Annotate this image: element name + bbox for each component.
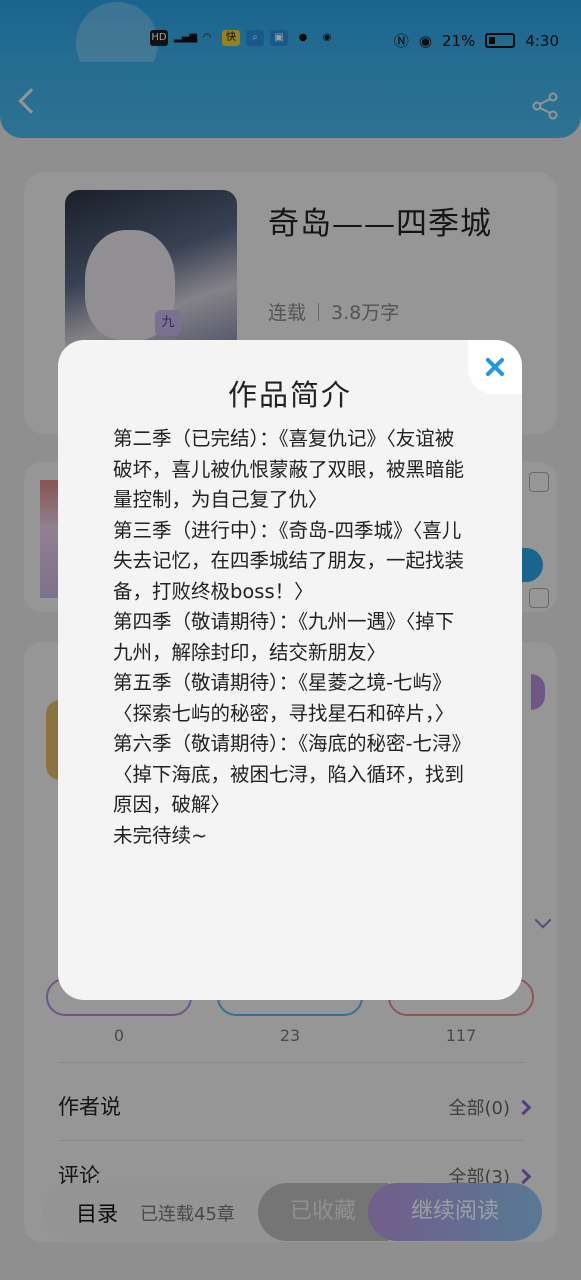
synopsis-paragraph: 未完待续~ xyxy=(113,823,208,847)
synopsis-paragraph: 第六季（敬请期待）：《海底的秘密-七浔》〈掉下海底，被困七浔，陷入循环，找到原因… xyxy=(113,732,465,816)
synopsis-paragraph: 第二季（已完结）：《喜复仇记》〈友谊被破坏，喜儿被仇恨蒙蔽了双眼，被黑暗能量控制… xyxy=(113,427,465,511)
synopsis-text: 第二季（已完结）：《喜复仇记》〈友谊被破坏，喜儿被仇恨蒙蔽了双眼，被黑暗能量控制… xyxy=(113,424,469,851)
modal-title: 作品简介 xyxy=(227,378,352,412)
synopsis-paragraph: 第三季（进行中）：《奇岛-四季城》〈喜儿失去记忆，在四季城结了朋友，一起找装备，… xyxy=(113,518,465,603)
synopsis-paragraph: 第五季（敬请期待）：《星菱之境-七屿》〈探索七屿的秘密，寻找星石和碎片，〉 xyxy=(113,671,455,725)
synopsis-paragraph: 第四季（敬请期待）：《九州一遇》〈掉下九州，解除封印，结交新朋友〉 xyxy=(113,610,455,664)
